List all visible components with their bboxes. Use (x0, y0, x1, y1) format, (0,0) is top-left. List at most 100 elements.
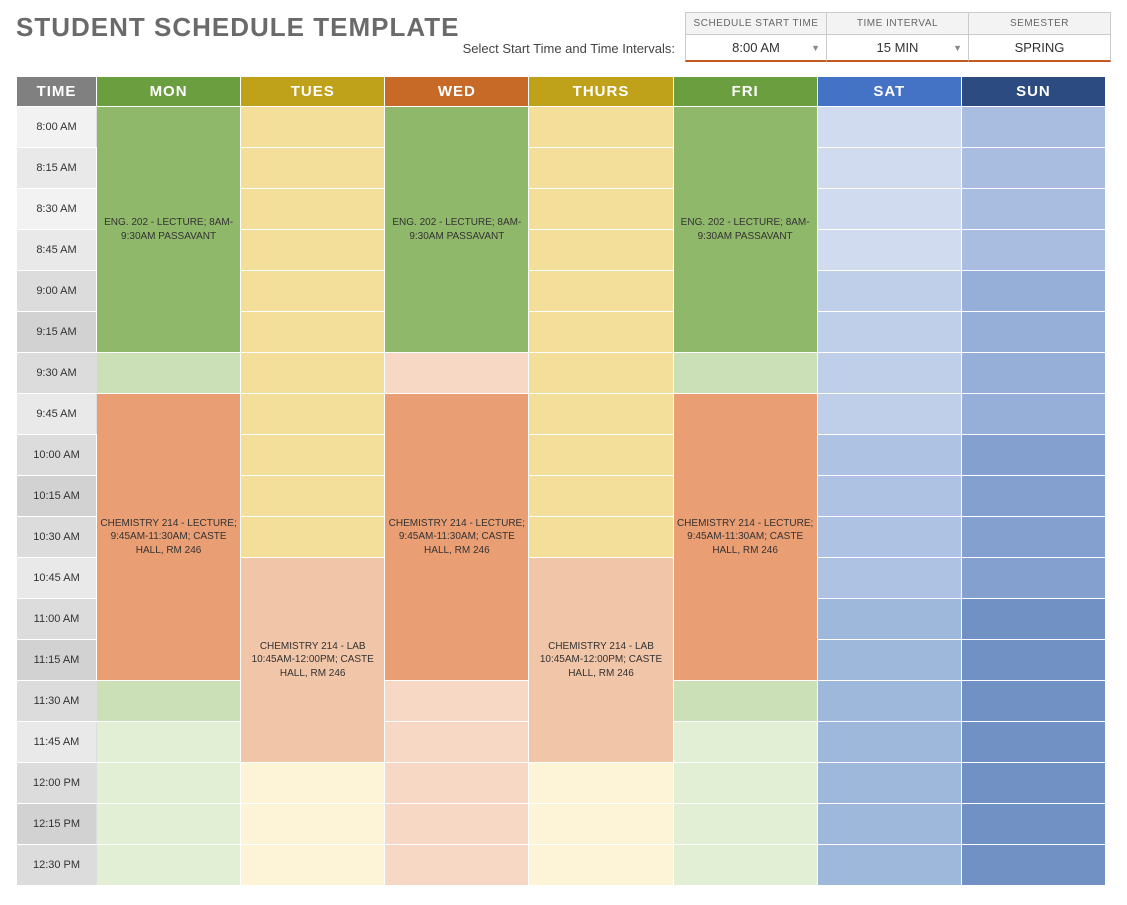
cell[interactable] (385, 353, 529, 394)
cell[interactable] (529, 107, 673, 148)
cell[interactable] (817, 107, 961, 148)
time-label: 9:45 AM (17, 394, 97, 435)
cell[interactable] (961, 230, 1105, 271)
event-eng202-wed[interactable]: ENG. 202 - LECTURE; 8AM-9:30AM PASSAVANT (385, 107, 529, 353)
cell[interactable] (97, 681, 241, 722)
cell[interactable] (961, 271, 1105, 312)
cell[interactable] (673, 681, 817, 722)
event-eng202-fri[interactable]: ENG. 202 - LECTURE; 8AM-9:30AM PASSAVANT (673, 107, 817, 353)
cell[interactable] (961, 476, 1105, 517)
col-tues: TUES (241, 77, 385, 107)
cell[interactable] (817, 722, 961, 763)
cell[interactable] (241, 763, 385, 804)
cell[interactable] (97, 804, 241, 845)
cell[interactable] (529, 763, 673, 804)
cell[interactable] (97, 763, 241, 804)
cell[interactable] (241, 230, 385, 271)
cell[interactable] (241, 517, 385, 558)
cell[interactable] (961, 189, 1105, 230)
cell[interactable] (817, 312, 961, 353)
cell[interactable] (961, 435, 1105, 476)
cell[interactable] (673, 845, 817, 886)
cell[interactable] (241, 353, 385, 394)
cell[interactable] (817, 394, 961, 435)
start-time-value: 8:00 AM (732, 40, 780, 55)
cell[interactable] (241, 107, 385, 148)
cell[interactable] (529, 312, 673, 353)
cell[interactable] (961, 558, 1105, 599)
cell[interactable] (961, 722, 1105, 763)
cell[interactable] (385, 722, 529, 763)
cell[interactable] (817, 476, 961, 517)
cell[interactable] (529, 148, 673, 189)
event-chem-lab-tues[interactable]: CHEMISTRY 214 - LAB 10:45AM-12:00PM; CAS… (241, 558, 385, 763)
cell[interactable] (241, 312, 385, 353)
cell[interactable] (817, 599, 961, 640)
cell[interactable] (817, 271, 961, 312)
cell[interactable] (241, 476, 385, 517)
cell[interactable] (673, 763, 817, 804)
cell[interactable] (817, 353, 961, 394)
event-chem-lecture-fri[interactable]: CHEMISTRY 214 - LECTURE; 9:45AM-11:30AM;… (673, 394, 817, 681)
controls-prompt: Select Start Time and Time Intervals: (463, 41, 675, 56)
cell[interactable] (961, 107, 1105, 148)
cell[interactable] (961, 517, 1105, 558)
cell[interactable] (97, 353, 241, 394)
cell[interactable] (529, 394, 673, 435)
cell[interactable] (385, 763, 529, 804)
cell[interactable] (817, 681, 961, 722)
cell[interactable] (385, 804, 529, 845)
cell[interactable] (817, 517, 961, 558)
cell[interactable] (241, 394, 385, 435)
cell[interactable] (817, 230, 961, 271)
cell[interactable] (241, 435, 385, 476)
cell[interactable] (961, 312, 1105, 353)
cell[interactable] (961, 845, 1105, 886)
cell[interactable] (817, 435, 961, 476)
cell[interactable] (961, 394, 1105, 435)
cell[interactable] (961, 148, 1105, 189)
cell[interactable] (241, 804, 385, 845)
cell[interactable] (817, 558, 961, 599)
cell[interactable] (961, 353, 1105, 394)
cell[interactable] (817, 804, 961, 845)
cell[interactable] (961, 763, 1105, 804)
cell[interactable] (961, 804, 1105, 845)
event-eng202-mon[interactable]: ENG. 202 - LECTURE; 8AM-9:30AM PASSAVANT (97, 107, 241, 353)
cell[interactable] (241, 271, 385, 312)
cell[interactable] (385, 681, 529, 722)
cell[interactable] (961, 681, 1105, 722)
cell[interactable] (241, 845, 385, 886)
event-chem-lecture-mon[interactable]: CHEMISTRY 214 - LECTURE; 9:45AM-11:30AM;… (97, 394, 241, 681)
semester-input[interactable]: SPRING (969, 34, 1111, 62)
cell[interactable] (529, 845, 673, 886)
cell[interactable] (817, 148, 961, 189)
cell[interactable] (961, 599, 1105, 640)
cell[interactable] (529, 517, 673, 558)
event-chem-lab-thurs[interactable]: CHEMISTRY 214 - LAB 10:45AM-12:00PM; CAS… (529, 558, 673, 763)
cell[interactable] (529, 230, 673, 271)
cell[interactable] (241, 189, 385, 230)
cell[interactable] (529, 189, 673, 230)
cell[interactable] (529, 435, 673, 476)
cell[interactable] (817, 845, 961, 886)
cell[interactable] (673, 804, 817, 845)
cell[interactable] (385, 845, 529, 886)
cell[interactable] (97, 845, 241, 886)
start-time-select[interactable]: 8:00 AM ▼ (685, 34, 827, 62)
cell[interactable] (241, 148, 385, 189)
cell[interactable] (529, 271, 673, 312)
event-chem-lecture-wed[interactable]: CHEMISTRY 214 - LECTURE; 9:45AM-11:30AM;… (385, 394, 529, 681)
cell[interactable] (961, 640, 1105, 681)
cell[interactable] (673, 353, 817, 394)
time-label: 8:30 AM (17, 189, 97, 230)
interval-select[interactable]: 15 MIN ▼ (827, 34, 969, 62)
cell[interactable] (817, 763, 961, 804)
cell[interactable] (673, 722, 817, 763)
cell[interactable] (817, 640, 961, 681)
cell[interactable] (529, 476, 673, 517)
cell[interactable] (529, 353, 673, 394)
cell[interactable] (817, 189, 961, 230)
cell[interactable] (529, 804, 673, 845)
cell[interactable] (97, 722, 241, 763)
